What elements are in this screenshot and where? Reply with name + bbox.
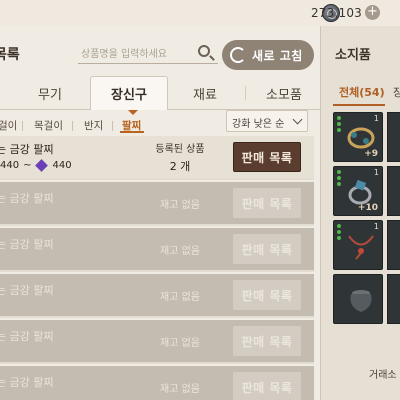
inventory-slot[interactable]: 1 +9: [333, 112, 383, 162]
item-name: 는 금강 팔찌: [0, 284, 54, 297]
necklace-icon: [348, 235, 374, 260]
tab-accessory[interactable]: 장신구: [90, 76, 168, 110]
inventory-tab-all[interactable]: 전체(54): [339, 84, 385, 100]
grade-dots: [337, 116, 341, 132]
item-list: 는 금강 팔찌 440 ~ 440 등록된 상품 2 개 판매 목록 는 금강 …: [0, 136, 314, 400]
grade-dots: [337, 170, 341, 186]
refresh-icon: [230, 47, 246, 63]
stock-status: 재고 없음: [160, 246, 200, 257]
market-title: 목록: [0, 47, 20, 63]
item-name: 는 금강 팔찌: [0, 143, 54, 156]
item-name: 는 금강 팔찌: [0, 376, 54, 389]
tab-divider: [245, 86, 246, 100]
subtab-ring[interactable]: 반지: [84, 118, 103, 133]
sale-list-button[interactable]: 판매 목록: [233, 188, 301, 218]
stock-status: 재고 없음: [160, 292, 200, 303]
refresh-button[interactable]: 새로 고침: [222, 40, 314, 70]
sale-list-button[interactable]: 판매 목록: [233, 326, 301, 356]
crystal-icon: [35, 159, 49, 172]
table-row[interactable]: 는 금강 팔찌 재고 없음 판매 목록: [0, 228, 314, 272]
currency-amount: 273,103: [310, 6, 362, 20]
tab-label: 장신구: [111, 88, 147, 103]
active-subtab-underline: [120, 131, 144, 133]
table-row[interactable]: 는 금강 팔찌 재고 없음 판매 목록: [0, 182, 314, 226]
subtab-separator: [112, 121, 113, 131]
price-max: 440: [52, 160, 72, 171]
search-input[interactable]: 상품명을 입력하세요: [78, 42, 218, 64]
table-row[interactable]: 는 금강 팔찌 재고 없음 판매 목록: [0, 320, 314, 364]
grade-dots: [337, 224, 341, 240]
chevron-down-icon: [292, 114, 303, 125]
price-min: 440: [0, 160, 20, 171]
sale-list-button[interactable]: 판매 목록: [233, 372, 301, 400]
inventory-slot[interactable]: [387, 166, 400, 216]
inventory-slot[interactable]: [387, 220, 400, 270]
item-name: 는 금강 팔찌: [0, 330, 54, 343]
inventory-title: 소지품: [335, 48, 371, 63]
inventory-panel: 소지품 전체(54) 장 1 +9 1 +10 1 거래소: [320, 26, 400, 400]
sale-list-button[interactable]: 판매 목록: [233, 234, 301, 264]
inventory-tab-next[interactable]: 장: [393, 84, 400, 100]
table-row[interactable]: 는 금강 팔찌 재고 없음 판매 목록: [0, 366, 314, 400]
listing-status: 등록된 상품: [155, 144, 205, 155]
tab-label: 무기: [38, 87, 62, 103]
inventory-slot[interactable]: 1: [333, 220, 383, 270]
subtab-earring[interactable]: 걸이: [0, 118, 17, 133]
market-panel: 목록 상품명을 입력하세요 새로 고침 무기 장신구 재료 소모품 걸이 목걸이…: [0, 26, 320, 400]
item-name: 는 금강 팔찌: [0, 192, 54, 205]
inventory-footer: 거래소: [369, 370, 397, 381]
category-tabs: 무기 장신구 재료 소모품: [0, 76, 320, 110]
search-icon[interactable]: [198, 45, 210, 57]
tab-label: 재료: [193, 87, 217, 103]
stock-status: 재고 없음: [160, 338, 200, 349]
tab-label: 소모품: [266, 87, 302, 103]
top-bar: 273,103 +: [0, 0, 400, 26]
price-range: 440 ~ 440: [0, 159, 72, 172]
stock-status: 재고 없음: [160, 384, 200, 395]
sort-label: 강화 낮은 순: [232, 119, 285, 130]
table-row[interactable]: 는 금강 팔찌 440 ~ 440 등록된 상품 2 개 판매 목록: [0, 136, 314, 180]
tab-consumable[interactable]: 소모품: [252, 76, 316, 110]
subtab-necklace[interactable]: 목걸이: [34, 118, 63, 133]
inventory-slot[interactable]: 1 +10: [333, 166, 383, 216]
table-row[interactable]: 는 금강 팔찌 재고 없음 판매 목록: [0, 274, 314, 318]
inventory-slot[interactable]: [333, 274, 383, 324]
sale-list-button[interactable]: 판매 목록: [233, 142, 301, 172]
sort-dropdown[interactable]: 강화 낮은 순: [226, 110, 308, 132]
tab-material[interactable]: 재료: [175, 76, 235, 110]
inventory-slot[interactable]: [387, 112, 400, 162]
sale-list-button[interactable]: 판매 목록: [233, 280, 301, 310]
slot-quantity: 1: [373, 114, 379, 123]
range-separator: ~: [23, 160, 32, 171]
slot-quantity: 1: [373, 222, 379, 231]
inventory-tab-underline: [333, 104, 385, 106]
item-name: 는 금강 팔찌: [0, 238, 54, 251]
slot-quantity: 1: [373, 168, 379, 177]
stock-status: 재고 없음: [160, 200, 200, 211]
add-currency-button[interactable]: +: [365, 5, 380, 20]
refresh-label: 새로 고침: [252, 48, 303, 63]
enhance-level: +10: [357, 203, 378, 213]
listing-count: 2 개: [169, 160, 191, 173]
search-placeholder: 상품명을 입력하세요: [81, 49, 167, 60]
pot-icon: [350, 290, 372, 312]
tab-weapon[interactable]: 무기: [20, 76, 80, 110]
subtab-separator: [72, 121, 73, 131]
inventory-slot[interactable]: [387, 274, 400, 324]
active-tab-indicator-icon: [128, 110, 138, 115]
enhance-level: +9: [364, 149, 378, 159]
subtab-separator: [22, 121, 23, 131]
